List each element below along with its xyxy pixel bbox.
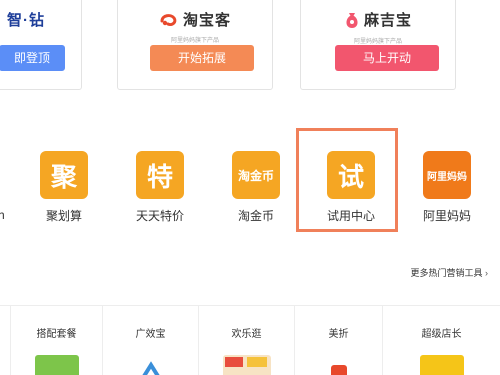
product-cell-chaoji-dianzhang[interactable]: 超级店长 [382,305,500,375]
more-tools-link[interactable]: 更多热门营销工具 › [410,266,488,279]
tool-taojinbi[interactable]: 淘金币 淘金币 [221,151,291,224]
tool-label-alimama: 阿里妈妈 [422,209,471,223]
double11-banner-icon [224,357,267,367]
guangxiaobao-logo-icon [141,361,160,375]
partner-card-taobaoke: 淘宝客 阿里妈妈旗下产品 开始拓展 [117,0,273,90]
partial-tool-label: h [0,208,5,222]
product-thumbnail [222,355,271,375]
majibao-start-button[interactable]: 马上开动 [335,45,439,71]
product-cell-guangxiaobao[interactable]: 广效宝 [102,305,198,375]
product-cell-huanlegguang[interactable]: 欢乐逛 [198,305,294,375]
product-label: 搭配套餐 [36,329,77,340]
tool-tiantian-tejia[interactable]: 特 天天特价 [125,151,195,224]
majibao-logo-text: 麻吉宝 [363,12,412,29]
money-bag-icon [346,12,358,28]
product-cell-dapei-taocan[interactable]: 搭配套餐 [10,305,102,375]
partner-card-majibao: 麻吉宝 阿里妈妈旗下产品 马上开动 [300,0,456,90]
zhizuan-logo: 智·钻 [0,9,81,30]
zhizuan-logo-text: 智·钻 [7,12,45,29]
product-thumbnail [316,355,361,375]
product-label: 欢乐逛 [231,329,262,340]
alimama-icon: 阿里妈妈 [423,151,471,199]
product-cell-meizhe[interactable]: 美折 [294,305,382,375]
product-thumbnail [34,355,79,375]
page: 智·钻 即登顶 淘宝客 阿里妈妈旗下产品 开始拓展 麻吉宝 阿里妈妈旗下产品 马… [0,0,500,375]
taobaoke-logo-text: 淘宝客 [182,12,231,29]
tool-juhuasuan[interactable]: 聚 聚划算 [29,151,99,224]
taojinbi-icon: 淘金币 [232,151,280,199]
tool-alimama[interactable]: 阿里妈妈 阿里妈妈 [412,151,482,224]
product-label: 美折 [328,329,349,340]
product-thumbnail [128,355,173,375]
product-label: 超级店长 [421,329,462,340]
taobaoke-start-button[interactable]: 开始拓展 [150,45,254,71]
tool-label-juhuasuan: 聚划算 [45,209,82,223]
zhizuan-button[interactable]: 即登顶 [0,45,65,71]
product-thumbnail [419,355,464,375]
highlight-box [296,128,398,232]
majibao-subtitle: 阿里妈妈旗下产品 [353,38,402,45]
tool-label-taojinbi: 淘金币 [237,209,274,223]
meizhe-logo-icon [330,365,347,375]
chevron-right-icon: › [485,268,488,278]
tool-label-tiantian-tejia: 天天特价 [135,209,184,223]
taobaoke-subtitle: 阿里妈妈旗下产品 [170,37,219,44]
juhuasuan-icon: 聚 [40,151,88,199]
more-tools-text: 更多热门营销工具 [410,268,483,278]
taobaoke-icon [160,13,177,26]
partner-card-zhizuan: 智·钻 即登顶 [0,0,82,90]
taobaoke-logo: 淘宝客 阿里妈妈旗下产品 [118,9,272,44]
tejia-icon: 特 [136,151,184,199]
product-label: 广效宝 [135,329,166,340]
majibao-logo: 麻吉宝 阿里妈妈旗下产品 [301,9,455,45]
